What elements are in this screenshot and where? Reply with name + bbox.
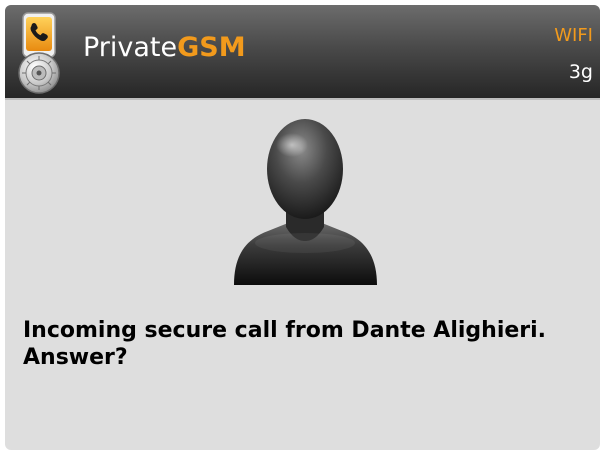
header-divider — [5, 98, 600, 100]
phone-lock-icon — [18, 12, 60, 94]
app-title-prefix: Private — [83, 32, 178, 63]
call-screen: PrivateGSM WIFI 3g Incoming secure call … — [5, 5, 600, 450]
person-silhouette-icon — [234, 119, 377, 285]
app-title-suffix: GSM — [177, 32, 246, 63]
wifi-indicator: WIFI — [554, 25, 593, 46]
network-indicator: 3g — [568, 61, 593, 83]
incoming-call-prompt: Incoming secure call from Dante Alighier… — [23, 318, 547, 370]
app-title: PrivateGSM — [83, 31, 246, 65]
app-header: PrivateGSM WIFI 3g — [5, 5, 600, 98]
